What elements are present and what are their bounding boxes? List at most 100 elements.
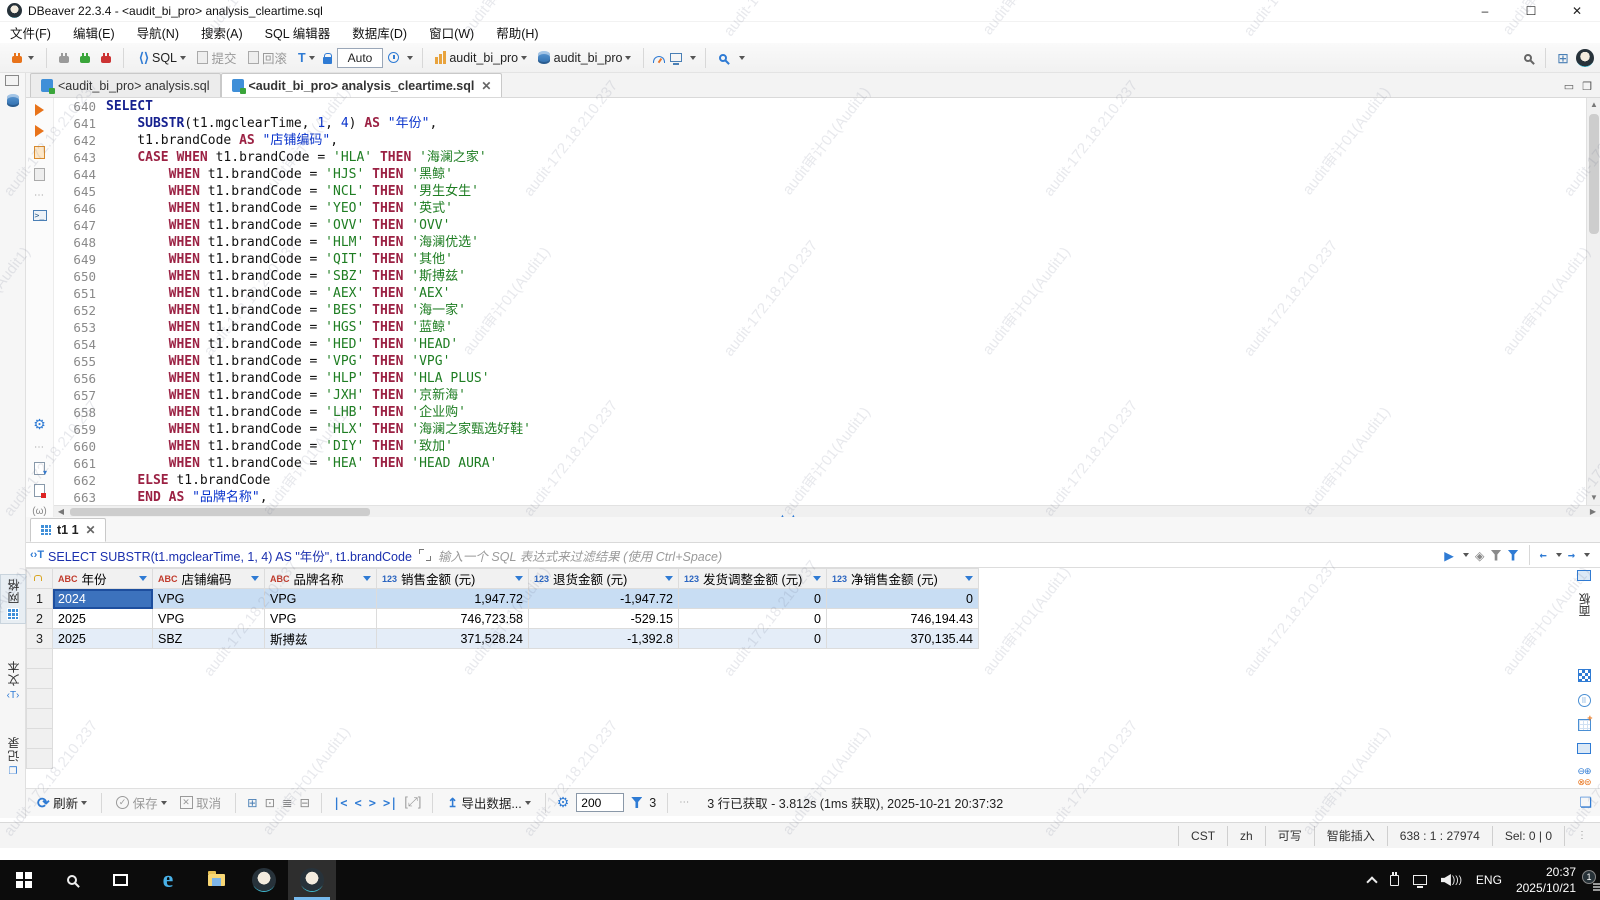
toolbar-overflow-dots[interactable]: ⋯: [679, 797, 690, 808]
editor-vertical-scrollbar[interactable]: ▲ ▼: [1586, 98, 1600, 505]
cell[interactable]: VPG: [153, 609, 265, 629]
scroll-down-icon[interactable]: ▼: [1587, 491, 1600, 505]
active-database-selector[interactable]: audit_bi_pro: [535, 49, 634, 67]
row-number[interactable]: 2: [27, 609, 53, 629]
sort-caret-icon[interactable]: [515, 576, 523, 581]
execute-statement-icon[interactable]: [35, 104, 44, 116]
view-tab-record[interactable]: 记录 ❐: [0, 736, 26, 777]
menu-item-7[interactable]: 帮助(H): [496, 23, 538, 42]
editor-horizontal-scrollbar[interactable]: ◀ ▶: [54, 505, 1600, 517]
filter-back-icon[interactable]: ←: [1540, 548, 1547, 562]
execute-new-tab-icon[interactable]: [35, 125, 44, 137]
file-explorer-button[interactable]: [192, 860, 240, 900]
cell[interactable]: 2025: [53, 609, 153, 629]
taskbar-clock[interactable]: 20:372025/10/21: [1516, 864, 1576, 896]
execute-script-icon[interactable]: [34, 146, 45, 159]
refresh-button[interactable]: ⟳ 刷新: [34, 791, 90, 814]
edit-cell-icon[interactable]: ≣: [282, 795, 292, 810]
reconnect-icon[interactable]: [77, 50, 93, 66]
sort-caret-icon[interactable]: [363, 576, 371, 581]
log-file-icon[interactable]: [34, 484, 45, 497]
menu-item-3[interactable]: 搜索(A): [201, 23, 243, 42]
network-tray-icon[interactable]: [1413, 875, 1427, 885]
export-data-button[interactable]: ↥ 导出数据...: [444, 791, 533, 814]
cell[interactable]: -529.15: [529, 609, 679, 629]
duplicate-row-icon[interactable]: ⊡: [265, 795, 275, 810]
result-grid[interactable]: ABC年份ABC店铺编码ABC品牌名称123销售金额 (元)123退货金额 (元…: [26, 568, 1600, 788]
scroll-thumb[interactable]: [1589, 114, 1599, 234]
cell[interactable]: 371,528.24: [377, 629, 529, 649]
scroll-up-icon[interactable]: ▲: [1587, 98, 1600, 112]
cell[interactable]: 2025: [53, 629, 153, 649]
panels-icon[interactable]: [1577, 570, 1591, 581]
result-table[interactable]: ABC年份ABC店铺编码ABC品牌名称123销售金额 (元)123退货金额 (元…: [26, 568, 979, 769]
clear-filter-icon[interactable]: ◈: [1475, 548, 1485, 563]
lock-icon[interactable]: [323, 57, 332, 64]
column-header-4[interactable]: 123退货金额 (元): [529, 569, 679, 589]
perspective-icon[interactable]: ⊞: [1555, 50, 1571, 66]
cell[interactable]: 0: [827, 589, 979, 609]
sort-caret-icon[interactable]: [251, 576, 259, 581]
filter-expand-icon[interactable]: [419, 549, 431, 561]
sort-caret-icon[interactable]: [965, 576, 973, 581]
tab-analysis-cleartime-sql[interactable]: <audit_bi_pro> analysis_cleartime.sql ✕: [221, 73, 503, 97]
search-metadata-icon[interactable]: [715, 50, 731, 66]
cell[interactable]: 0: [679, 589, 827, 609]
cell[interactable]: VPG: [265, 609, 377, 629]
sort-caret-icon[interactable]: [139, 576, 147, 581]
first-page-icon[interactable]: |<: [333, 796, 347, 810]
dbeaver-taskbar-button-active[interactable]: [288, 860, 336, 900]
cell[interactable]: VPG: [265, 589, 377, 609]
cell[interactable]: 370,135.44: [827, 629, 979, 649]
menu-item-0[interactable]: 文件(F): [10, 23, 51, 42]
row-filter-icon[interactable]: [631, 797, 642, 808]
view-tab-text[interactable]: 文本 ‹T›: [0, 660, 26, 701]
transaction-log-icon[interactable]: [388, 52, 399, 63]
add-row-icon[interactable]: ⊞: [247, 795, 257, 810]
taskbar-search-button[interactable]: [48, 860, 96, 900]
last-page-icon[interactable]: >|: [383, 796, 397, 810]
prev-page-icon[interactable]: <: [354, 796, 361, 810]
sql-editor-button[interactable]: ⟨⟩SQL: [133, 48, 189, 68]
new-connection-button[interactable]: [6, 48, 37, 68]
editor-minimize-icon[interactable]: ▭: [1564, 80, 1574, 93]
rail-overflow-dots[interactable]: ⋯: [34, 190, 45, 201]
dbeaver-taskbar-button[interactable]: [240, 860, 288, 900]
save-button[interactable]: ✓ 保存: [113, 791, 170, 814]
dbeaver-perspective-icon[interactable]: [1576, 49, 1594, 67]
window-minimize-button[interactable]: –: [1462, 0, 1508, 22]
edit-filter-icon[interactable]: [1491, 550, 1502, 561]
cell[interactable]: 746,723.58: [377, 609, 529, 629]
grouping-panel-icon[interactable]: ⊖⊕⊗⊜: [1577, 766, 1590, 788]
results-filter-bar[interactable]: ‹›T SELECT SUBSTR(t1.mgclearTime, 1, 4) …: [26, 543, 1600, 568]
sql-console-icon[interactable]: >_: [33, 210, 47, 221]
cell[interactable]: 0: [679, 609, 827, 629]
rail-overflow-dots[interactable]: ⋯: [34, 442, 45, 453]
filter-input-placeholder[interactable]: 输入一个 SQL 表达式来过滤结果 (使用 Ctrl+Space): [438, 546, 1444, 565]
network-profile-icon[interactable]: [670, 53, 682, 62]
grid-settings-gear-icon[interactable]: ⚙: [557, 794, 570, 811]
rollback-button[interactable]: 回滚: [245, 46, 291, 69]
cell[interactable]: -1,947.72: [529, 589, 679, 609]
sort-caret-icon[interactable]: [665, 576, 673, 581]
table-row[interactable]: 32025SBZ斯搏兹371,528.24-1,392.80370,135.44: [27, 629, 979, 649]
column-header-1[interactable]: ABC店铺编码: [153, 569, 265, 589]
disconnect-icon[interactable]: [98, 50, 114, 66]
transaction-mode-button[interactable]: T: [295, 49, 318, 67]
scroll-thumb[interactable]: [70, 508, 370, 516]
cell[interactable]: -1,392.8: [529, 629, 679, 649]
apply-filter-icon[interactable]: ▶: [1444, 548, 1454, 563]
record-mode-icon[interactable]: ⠿: [1578, 694, 1591, 707]
row-number[interactable]: 1: [27, 589, 53, 609]
column-header-2[interactable]: ABC品牌名称: [265, 569, 377, 589]
cell[interactable]: SBZ: [153, 629, 265, 649]
layout-panel-icon[interactable]: [1577, 743, 1591, 754]
column-header-0[interactable]: ABC年份: [53, 569, 153, 589]
cancel-button[interactable]: ✕ 取消: [177, 791, 225, 814]
cell[interactable]: VPG: [153, 589, 265, 609]
database-navigator-icon[interactable]: [7, 94, 19, 107]
column-header-5[interactable]: 123发货调整金额 (元): [679, 569, 827, 589]
value-viewer-icon[interactable]: [1578, 669, 1591, 682]
column-header-3[interactable]: 123销售金额 (元): [377, 569, 529, 589]
speaker-icon[interactable]: [1441, 874, 1451, 886]
